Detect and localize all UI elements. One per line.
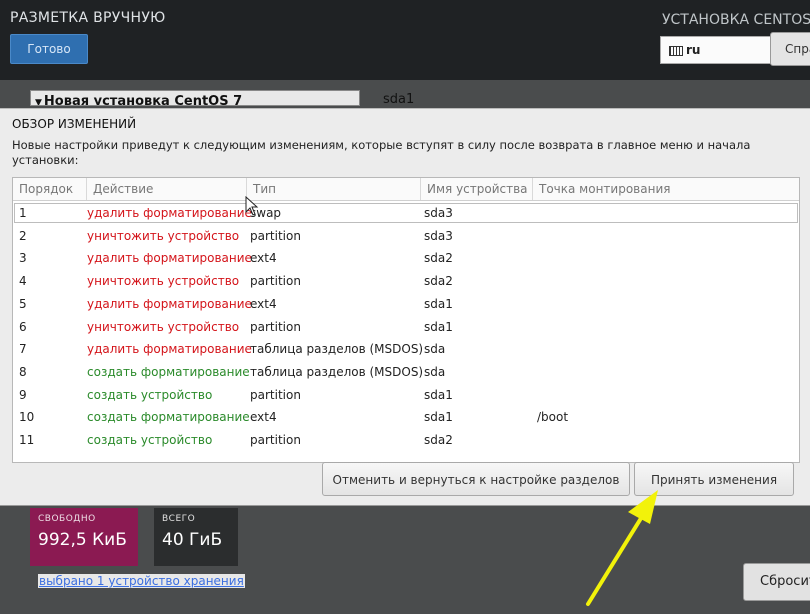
cell-action: уничтожить устройство xyxy=(87,319,240,334)
cell-action: создать устройство xyxy=(87,433,213,447)
cell-order: 9 xyxy=(19,387,27,402)
table-row[interactable]: 11 создать устройство partition sda2 xyxy=(13,429,799,451)
cell-action: создать форматирование xyxy=(87,410,250,425)
cell-order: 8 xyxy=(19,364,27,379)
cell-order: 2 xyxy=(19,228,27,243)
cell-device: sda3 xyxy=(424,228,453,243)
cell-device: sda1 xyxy=(424,296,453,311)
column-header-mount-point[interactable]: Точка монтирования xyxy=(533,178,799,200)
cell-action: уничтожить устройство xyxy=(87,228,240,243)
summary-of-changes-dialog: ОБЗОР ИЗМЕНЕНИЙ Новые настройки приведут… xyxy=(0,108,810,506)
cell-type: partition xyxy=(250,319,301,334)
cell-order: 11 xyxy=(19,433,35,447)
reset-button[interactable]: Сбросить xyxy=(743,563,810,601)
cell-action: удалить форматирование xyxy=(87,342,252,357)
table-row[interactable]: 4 уничтожить устройство partition sda2 xyxy=(13,270,799,292)
table-row[interactable]: 6 уничтожить устройство partition sda1 xyxy=(13,316,799,338)
cell-device: sda2 xyxy=(424,251,453,266)
table-row[interactable]: 1 удалить форматирование swap sda3 xyxy=(13,202,799,224)
storage-devices-link[interactable]: выбрано 1 устройство хранения xyxy=(38,574,245,588)
cell-action: удалить форматирование xyxy=(87,206,252,220)
expander-icon: ▼ xyxy=(35,98,42,106)
table-row[interactable]: 2 уничтожить устройство partition sda3 xyxy=(13,225,799,247)
cell-device: sda1 xyxy=(424,410,453,425)
cell-action: удалить форматирование xyxy=(87,251,252,266)
cell-type: таблица разделов (MSDOS) xyxy=(250,342,424,357)
dialog-title: ОБЗОР ИЗМЕНЕНИЙ xyxy=(12,117,137,131)
language-code: ru xyxy=(686,43,701,57)
installer-title: УСТАНОВКА CENTOS xyxy=(662,12,810,28)
partition-tree-header[interactable]: ▼ Новая установка CentOS 7 xyxy=(30,90,360,106)
cell-order: 5 xyxy=(19,296,27,311)
total-space-value: 40 ГиБ xyxy=(162,530,223,550)
column-header-type[interactable]: Тип xyxy=(247,178,421,200)
cell-device: sda xyxy=(424,342,446,357)
column-header-device[interactable]: Имя устройства xyxy=(421,178,533,200)
cell-device: sda3 xyxy=(424,206,453,220)
cell-type: partition xyxy=(250,228,301,243)
cell-type: таблица разделов (MSDOS) xyxy=(250,364,424,379)
help-button[interactable]: Справка xyxy=(770,32,810,66)
tree-header-label: Новая установка CentOS 7 xyxy=(43,94,243,106)
mouse-cursor-icon xyxy=(245,196,259,216)
cell-device: sda1 xyxy=(424,387,453,402)
cell-type: ext4 xyxy=(250,410,277,425)
cell-type: partition xyxy=(250,274,301,289)
changes-table[interactable]: Порядок Действие Тип Имя устройства Точк… xyxy=(12,177,800,463)
cell-order: 7 xyxy=(19,342,27,357)
column-header-order[interactable]: Порядок xyxy=(13,178,87,200)
cell-type: ext4 xyxy=(250,251,277,266)
cell-type: partition xyxy=(250,387,301,402)
cell-order: 4 xyxy=(19,274,27,289)
accept-changes-button[interactable]: Принять изменения xyxy=(634,462,794,496)
keyboard-layout-indicator[interactable]: ru xyxy=(660,36,776,64)
free-space-value: 992,5 КиБ xyxy=(38,530,127,550)
table-row[interactable]: 5 удалить форматирование ext4 sda1 xyxy=(13,293,799,315)
table-row[interactable]: 9 создать устройство partition sda1 xyxy=(13,384,799,406)
cell-order: 10 xyxy=(19,410,35,425)
selected-device-label: sda1 xyxy=(383,92,415,107)
cell-device: sda2 xyxy=(424,274,453,289)
cell-action: создать устройство xyxy=(87,387,213,402)
total-space-label: ВСЕГО xyxy=(162,514,196,524)
table-row[interactable]: 7 удалить форматирование таблица разделов … xyxy=(13,338,799,360)
cell-order: 3 xyxy=(19,251,27,266)
free-space-box: СВОБОДНО 992,5 КиБ xyxy=(30,508,138,566)
column-header-action[interactable]: Действие xyxy=(87,178,247,200)
table-row[interactable]: 8 создать форматирование таблица разделов … xyxy=(13,361,799,383)
keyboard-icon xyxy=(669,45,683,56)
cell-order: 6 xyxy=(19,319,27,334)
cell-order: 1 xyxy=(19,206,27,220)
dialog-description: Новые настройки приведут к следующим изм… xyxy=(12,138,751,167)
cancel-and-return-button[interactable]: Отменить и вернуться к настройке раздело… xyxy=(322,462,630,496)
cell-mount: /boot xyxy=(537,410,569,425)
total-space-box: ВСЕГО 40 ГиБ xyxy=(154,508,238,566)
cell-action: удалить форматирование xyxy=(87,296,252,311)
cell-device: sda1 xyxy=(424,319,453,334)
cell-type: ext4 xyxy=(250,296,277,311)
table-row[interactable]: 3 удалить форматирование ext4 sda2 xyxy=(13,247,799,269)
cell-type: partition xyxy=(250,433,301,447)
cell-action: создать форматирование xyxy=(87,364,250,379)
cell-action: уничтожить устройство xyxy=(87,274,240,289)
table-header: Порядок Действие Тип Имя устройства Точк… xyxy=(13,178,799,201)
table-row[interactable]: 10 создать форматирование ext4 sda1/boot xyxy=(13,406,799,428)
cell-device: sda xyxy=(424,364,446,379)
free-space-label: СВОБОДНО xyxy=(38,514,96,524)
cell-device: sda2 xyxy=(424,433,453,447)
done-button[interactable]: Готово xyxy=(10,34,88,64)
page-title: РАЗМЕТКА ВРУЧНУЮ xyxy=(10,10,166,26)
